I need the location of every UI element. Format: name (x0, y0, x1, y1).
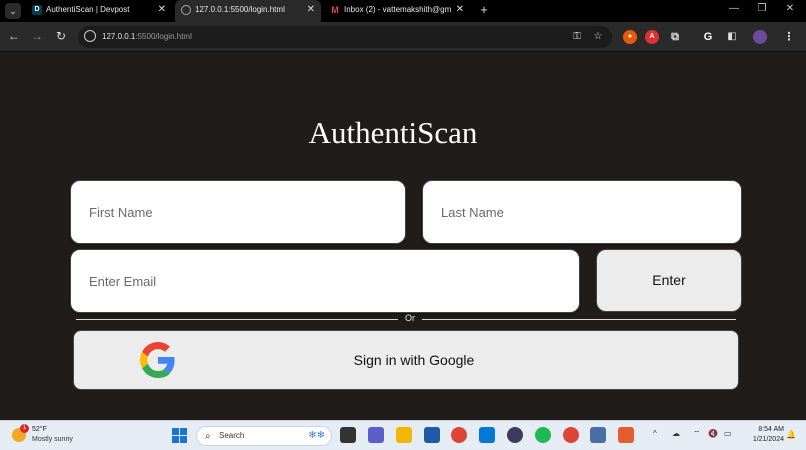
snipping-tool-icon[interactable] (618, 427, 634, 443)
divider-right (422, 319, 736, 320)
search-icon: ⌕ (205, 431, 211, 442)
file-explorer-icon[interactable] (396, 427, 412, 443)
page-title: AuthentiScan (308, 115, 478, 150)
last-name-input[interactable] (423, 181, 741, 243)
profile-avatar[interactable] (753, 30, 767, 44)
chrome-icon[interactable] (451, 427, 467, 443)
tab-title: AuthentiScan | Devpost (46, 5, 130, 14)
side-panel-icon[interactable]: ◧ (725, 30, 739, 44)
enter-button[interactable]: Enter (596, 249, 742, 312)
notepad-icon[interactable] (590, 427, 606, 443)
globe-icon (181, 5, 191, 15)
weather-badge: 1 (20, 424, 29, 433)
notification-icon[interactable]: 🔔 (786, 430, 796, 440)
vscode-icon[interactable] (479, 427, 495, 443)
new-tab-button[interactable]: + (477, 1, 491, 19)
first-name-input[interactable] (71, 181, 405, 243)
search-label: Search (219, 431, 245, 440)
maximize-button[interactable]: ❐ (748, 0, 776, 20)
devpost-favicon-icon: D (32, 5, 42, 15)
tab-devpost[interactable]: D AuthentiScan | Devpost ✕ (26, 0, 172, 22)
adblock-icon[interactable]: A (645, 30, 659, 44)
wifi-icon[interactable]: ⌔ (693, 429, 701, 439)
clock-date[interactable]: 1/21/2024 (744, 436, 784, 443)
google-signin-label: Sign in with Google (353, 352, 475, 368)
google-g-icon[interactable]: G (701, 30, 715, 44)
volume-muted-icon[interactable]: 🔇 (708, 429, 718, 438)
first-name-field[interactable] (70, 180, 406, 244)
reload-icon[interactable]: ↻ (53, 28, 69, 44)
address-bar[interactable]: 127.0.0.1:5500/login.html ⚿ ☆ (78, 26, 612, 48)
login-page: AuthentiScan Enter Or Sign in with Googl… (0, 53, 806, 420)
taskbar-search-box[interactable]: ⌕ Search ❄❄ (196, 426, 332, 446)
url-text[interactable]: 127.0.0.1:5500/login.html (102, 26, 192, 48)
or-separator: Or (405, 313, 415, 323)
store-icon[interactable] (424, 427, 440, 443)
github-desktop-icon[interactable] (507, 427, 523, 443)
windows-taskbar: 1 52°F Mostly sunny ⌕ Search ❄❄ ^ ☁ ⌔ 🔇 … (0, 420, 806, 450)
weather-temperature[interactable]: 52°F (32, 426, 47, 433)
tab-search-button[interactable]: ⌄ (5, 3, 21, 19)
tab-gmail[interactable]: M Inbox (2) - vattemakshith@gm ✕ (324, 0, 470, 22)
tab-strip: ⌄ D AuthentiScan | Devpost ✕ 127.0.0.1:5… (0, 0, 806, 22)
close-tab-icon[interactable]: ✕ (456, 0, 464, 20)
bookmark-star-icon[interactable]: ☆ (591, 30, 605, 44)
search-highlight-icon: ❄❄ (308, 430, 325, 441)
close-tab-icon[interactable]: ✕ (158, 0, 166, 20)
spotify-icon[interactable] (535, 427, 551, 443)
windows-start-icon[interactable] (172, 428, 187, 443)
email-input[interactable] (71, 250, 579, 312)
tab-title: 127.0.0.1:5500/login.html (195, 5, 285, 14)
task-view-icon[interactable] (340, 427, 356, 443)
more-menu-icon[interactable]: ⋮ (782, 30, 796, 44)
extensions-puzzle-icon[interactable]: ⧉ (668, 30, 682, 44)
clock-time[interactable]: 8:54 AM (744, 426, 784, 433)
chrome-active-icon[interactable] (563, 427, 579, 443)
site-info-icon[interactable] (84, 30, 96, 42)
divider-left (76, 319, 398, 320)
close-window-button[interactable]: ✕ (776, 0, 804, 20)
battery-icon[interactable]: ▭ (724, 429, 732, 438)
chat-icon[interactable] (368, 427, 384, 443)
forward-arrow-icon[interactable]: → (29, 28, 45, 44)
extension-fire-icon[interactable]: ● (623, 30, 637, 44)
gmail-icon: M (331, 5, 339, 15)
onedrive-icon[interactable]: ☁ (672, 429, 680, 438)
email-field[interactable] (70, 249, 580, 313)
close-tab-icon[interactable]: ✕ (307, 0, 315, 20)
google-signin-button[interactable]: Sign in with Google (73, 330, 739, 390)
minimize-button[interactable]: — (720, 0, 748, 20)
browser-toolbar: ← → ↻ 127.0.0.1:5500/login.html ⚿ ☆ ● A … (0, 22, 806, 52)
password-key-icon[interactable]: ⚿ (570, 30, 584, 44)
tab-title: Inbox (2) - vattemakshith@gm (344, 5, 452, 14)
back-arrow-icon[interactable]: ← (6, 28, 22, 44)
last-name-field[interactable] (422, 180, 742, 244)
tray-overflow-icon[interactable]: ^ (653, 429, 657, 438)
weather-description[interactable]: Mostly sunny (32, 436, 73, 443)
tab-login[interactable]: 127.0.0.1:5500/login.html ✕ (175, 0, 321, 22)
